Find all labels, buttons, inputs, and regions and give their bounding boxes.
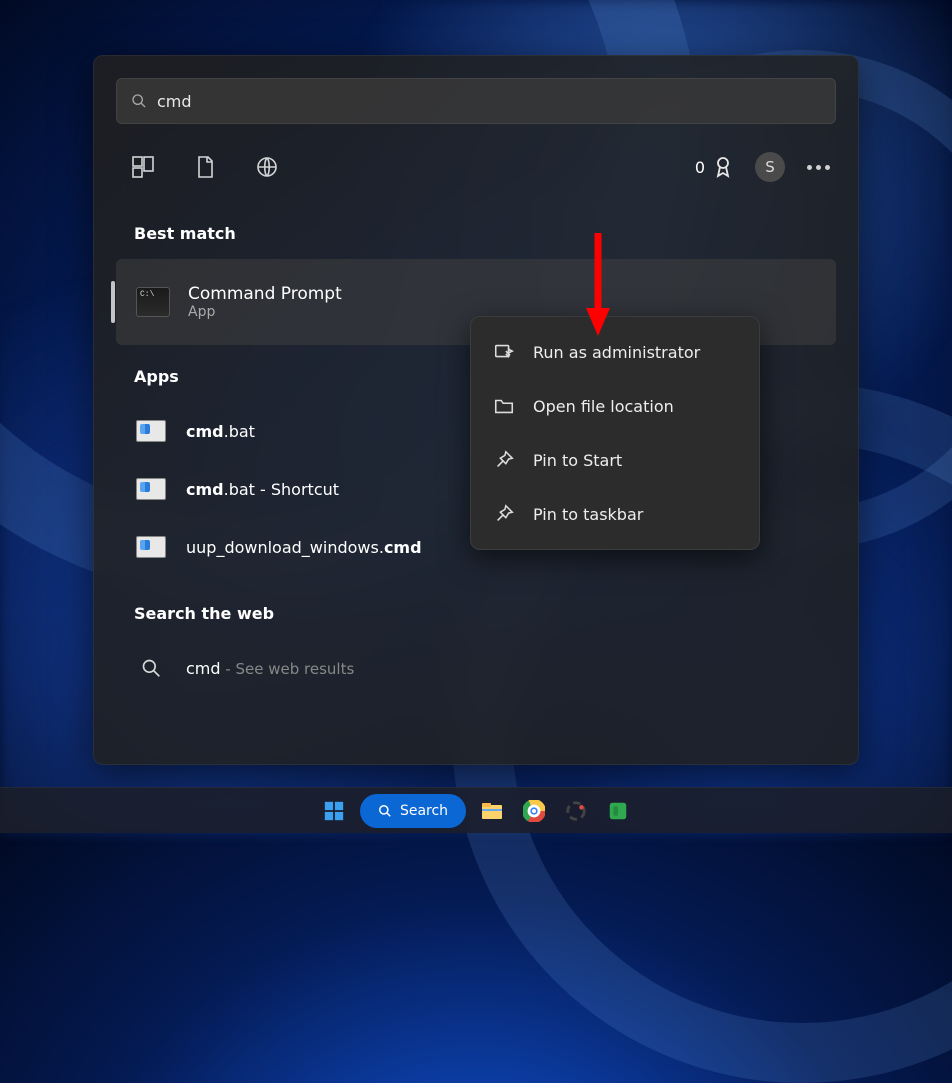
start-button[interactable] [318,795,350,827]
selection-indicator [111,281,115,323]
best-match-label: Best match [116,196,836,259]
medal-icon [711,155,735,179]
search-icon [131,93,147,109]
pin-icon [493,449,515,471]
context-pin-to-start[interactable]: Pin to Start [471,433,759,487]
search-icon [141,658,161,678]
web-result[interactable]: cmd - See web results [116,639,836,697]
bat-file-icon [136,478,166,500]
context-open-file-location[interactable]: Open file location [471,379,759,433]
web-section-label: Search the web [116,576,836,639]
search-bar[interactable]: cmd [116,78,836,124]
apps-filter-icon[interactable] [130,154,156,180]
search-icon [378,804,392,818]
filter-row: 0 S [116,138,836,196]
start-search-panel: cmd 0 S Best match [93,55,859,765]
taskbar-app-icon-2[interactable] [602,795,634,827]
taskbar-explorer-icon[interactable] [476,795,508,827]
command-prompt-icon [136,287,170,317]
search-query-text: cmd [157,92,821,111]
taskbar-app-icon-1[interactable] [560,795,592,827]
more-options-icon[interactable] [801,159,836,176]
list-item-label: uup_download_windows.cmd [186,538,422,557]
user-avatar[interactable]: S [755,152,785,182]
context-pin-to-taskbar[interactable]: Pin to taskbar [471,487,759,541]
shield-admin-icon [493,341,515,363]
bat-file-icon [136,420,166,442]
list-item-label: cmd.bat [186,422,255,441]
taskbar-search-button[interactable]: Search [360,794,466,828]
context-menu: Run as administrator Open file location … [470,316,760,550]
bat-file-icon [136,536,166,558]
pin-icon [493,503,515,525]
best-match-title: Command Prompt [188,284,342,304]
web-result-text: cmd - See web results [186,659,354,678]
web-filter-icon[interactable] [254,154,280,180]
list-item-label: cmd.bat - Shortcut [186,480,339,499]
documents-filter-icon[interactable] [192,154,218,180]
taskbar: Search [0,787,952,833]
rewards-count: 0 [695,158,705,177]
context-run-as-admin[interactable]: Run as administrator [471,325,759,379]
rewards-badge[interactable]: 0 [695,155,735,179]
taskbar-chrome-icon[interactable] [518,795,550,827]
best-match-subtitle: App [188,304,342,320]
annotation-arrow [583,228,613,338]
folder-icon [493,395,515,417]
